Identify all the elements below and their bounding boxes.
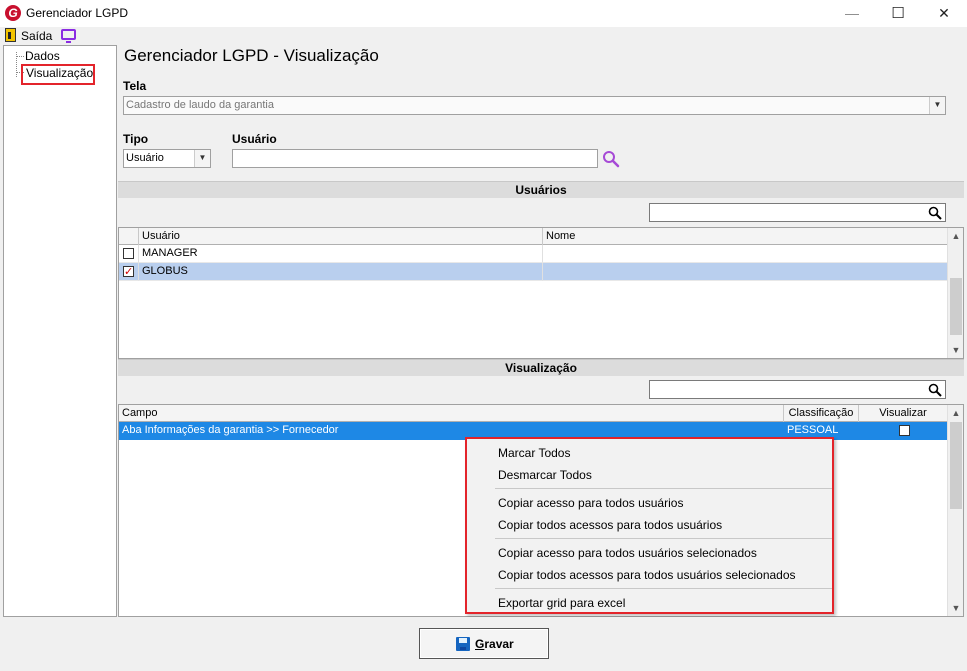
column-header-campo[interactable]: Campo (119, 405, 784, 422)
tipo-select-value: Usuário (126, 152, 164, 164)
scroll-up-icon[interactable]: ▲ (948, 228, 963, 244)
menu-item-desmarcar-todos[interactable]: Desmarcar Todos (498, 468, 592, 482)
close-button[interactable]: ✕ (921, 0, 967, 27)
toolbar: Saída (0, 27, 967, 45)
floppy-disk-icon (456, 637, 470, 651)
tree-connector (16, 56, 24, 57)
exit-button[interactable]: Saída (21, 29, 52, 43)
scroll-thumb[interactable] (950, 422, 962, 509)
column-header-usuario[interactable]: Usuário (139, 228, 543, 245)
users-search-input[interactable] (649, 203, 946, 222)
view-grid-header: Campo Classificação Visualizar (119, 405, 948, 422)
column-header-classificacao[interactable]: Classificação (784, 405, 859, 422)
scroll-thumb[interactable] (950, 278, 962, 335)
save-button[interactable]: Gravar (419, 628, 549, 659)
view-search-input[interactable] (649, 380, 946, 399)
menu-item-exportar-excel[interactable]: Exportar grid para excel (498, 596, 625, 610)
cell-usuario: MANAGER (139, 245, 543, 263)
menu-separator (495, 488, 832, 489)
menu-separator (495, 588, 832, 589)
scroll-down-icon[interactable]: ▼ (948, 600, 963, 616)
search-icon[interactable] (602, 150, 620, 168)
menu-item-copiar-acesso-selecionados[interactable]: Copiar acesso para todos usuários seleci… (498, 546, 757, 560)
search-icon[interactable] (928, 383, 942, 397)
users-section-header: Usuários (118, 181, 964, 198)
tela-select[interactable]: Cadastro de laudo da garantia ▼ (123, 96, 946, 115)
maximize-button[interactable]: ☐ (875, 0, 921, 27)
menu-item-marcar-todos[interactable]: Marcar Todos (498, 446, 570, 460)
menu-item-copiar-todos-acessos-selecionados[interactable]: Copiar todos acessos para todos usuários… (498, 568, 796, 582)
tree-item-dados[interactable]: Dados (25, 49, 60, 63)
users-grid-scrollbar[interactable]: ▲ ▼ (947, 228, 963, 358)
column-header-visualizar[interactable]: Visualizar (859, 405, 948, 422)
screen-icon[interactable] (61, 29, 76, 43)
scroll-up-icon[interactable]: ▲ (948, 405, 963, 421)
cell-usuario: GLOBUS (139, 263, 543, 281)
visualizar-checkbox[interactable] (899, 425, 910, 436)
view-section-header: Visualização (118, 359, 964, 376)
chevron-down-icon[interactable]: ▼ (929, 97, 945, 114)
cell-visualizar (859, 422, 948, 440)
users-grid-header: Usuário Nome (119, 228, 948, 245)
tela-label: Tela (123, 79, 147, 93)
usuario-input[interactable] (232, 149, 598, 168)
highlight-box (21, 64, 95, 85)
usuario-label: Usuário (232, 132, 277, 146)
chevron-down-icon[interactable]: ▼ (194, 150, 210, 167)
column-header-nome[interactable]: Nome (543, 228, 948, 245)
tipo-select[interactable]: Usuário ▼ (123, 149, 211, 168)
search-icon[interactable] (928, 206, 942, 220)
save-button-label: Gravar (475, 637, 514, 651)
title-bar: G Gerenciador LGPD — ☐ ✕ (0, 0, 967, 27)
page-title: Gerenciador LGPD - Visualização (124, 46, 379, 65)
row-check-cell (119, 245, 139, 263)
users-grid: Usuário Nome MANAGER GLOBUS ▲ ▼ (118, 227, 964, 359)
menu-item-copiar-acesso-todos[interactable]: Copiar acesso para todos usuários (498, 496, 683, 510)
navigation-tree: Dados Visualização (3, 45, 117, 617)
cell-nome (543, 245, 948, 263)
cell-nome (543, 263, 948, 281)
row-check-cell (119, 263, 139, 281)
table-row[interactable]: MANAGER (119, 245, 948, 263)
row-checkbox[interactable] (123, 248, 134, 259)
window-title: Gerenciador LGPD (26, 6, 129, 20)
row-checkbox[interactable] (123, 264, 134, 280)
app-logo-icon: G (5, 5, 21, 21)
exit-door-icon[interactable] (5, 28, 16, 42)
menu-separator (495, 538, 832, 539)
menu-item-copiar-todos-acessos[interactable]: Copiar todos acessos para todos usuários (498, 518, 722, 532)
view-grid-scrollbar[interactable]: ▲ ▼ (947, 405, 963, 616)
tela-select-value: Cadastro de laudo da garantia (126, 99, 274, 111)
context-menu: Marcar Todos Desmarcar Todos Copiar aces… (465, 437, 834, 614)
tipo-label: Tipo (123, 132, 149, 146)
scroll-down-icon[interactable]: ▼ (948, 342, 963, 358)
column-header-check (119, 228, 139, 245)
minimize-button[interactable]: — (829, 0, 875, 27)
table-row[interactable]: GLOBUS (119, 263, 948, 281)
